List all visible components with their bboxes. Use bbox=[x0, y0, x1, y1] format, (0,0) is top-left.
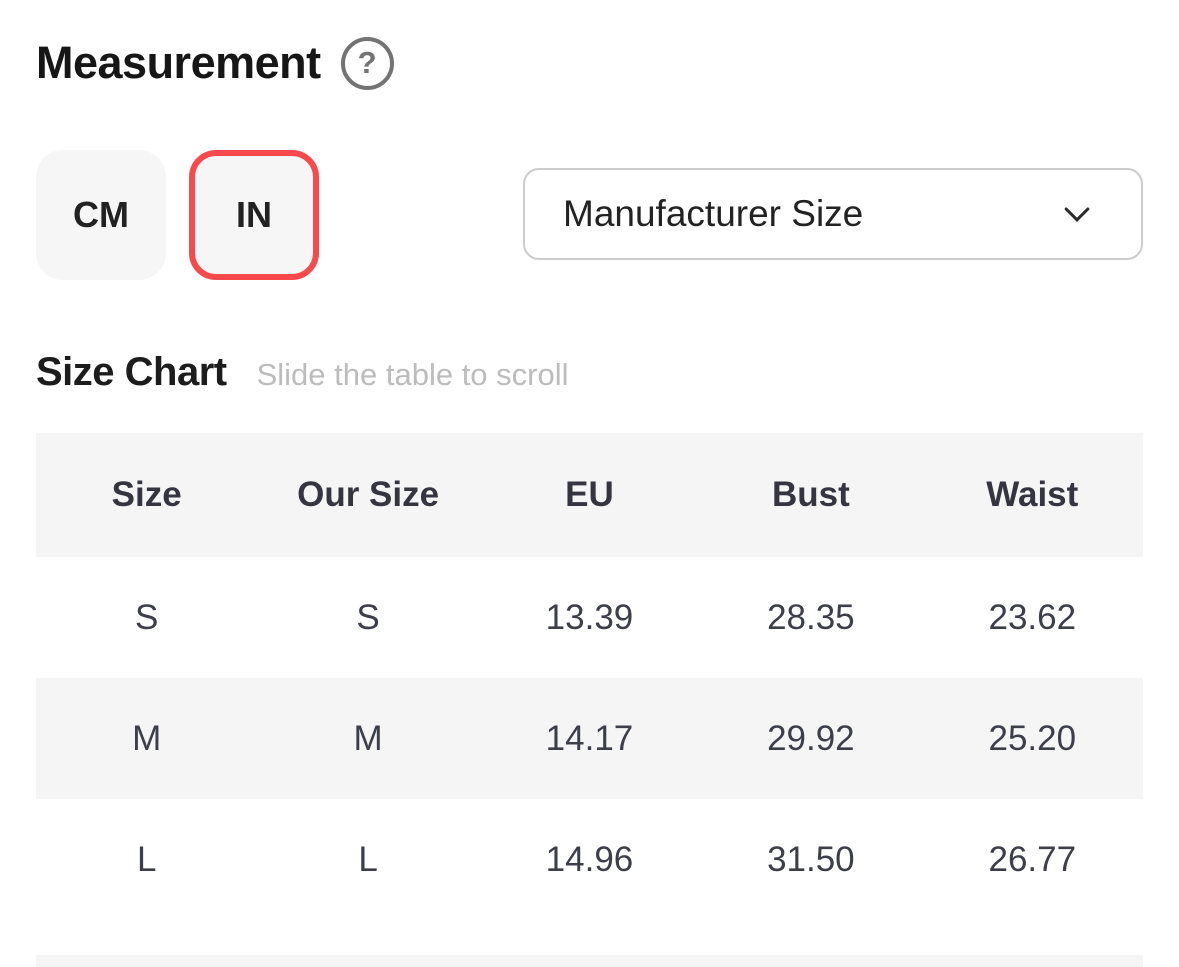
column-header-waist: Waist bbox=[922, 433, 1143, 557]
column-header-size: Size bbox=[36, 433, 257, 557]
cell-our-size: L bbox=[257, 799, 478, 920]
unit-cm-label: CM bbox=[73, 194, 129, 236]
manufacturer-size-dropdown[interactable]: Manufacturer Size bbox=[523, 168, 1143, 260]
cell-size: S bbox=[36, 557, 257, 678]
cell-waist: 26.77 bbox=[922, 799, 1143, 920]
unit-in-button[interactable]: IN bbox=[189, 150, 319, 280]
size-chart-heading: Size Chart Slide the table to scroll bbox=[36, 350, 1143, 398]
unit-in-label: IN bbox=[236, 194, 272, 236]
next-row-peek bbox=[36, 955, 1143, 967]
table-row-m: M M 14.17 29.92 25.20 bbox=[36, 678, 1143, 799]
size-chart-title: Size Chart bbox=[36, 350, 227, 395]
cell-size: M bbox=[36, 678, 257, 799]
cell-bust: 29.92 bbox=[700, 678, 921, 799]
controls-row: CM IN Manufacturer Size bbox=[36, 150, 1143, 280]
table-row-s: S S 13.39 28.35 23.62 bbox=[36, 557, 1143, 678]
table-header-row: Size Our Size EU Bust Waist bbox=[36, 433, 1143, 557]
column-header-bust: Bust bbox=[700, 433, 921, 557]
cell-bust: 31.50 bbox=[700, 799, 921, 920]
size-chart-table[interactable]: Size Our Size EU Bust Waist S S 13.39 28… bbox=[36, 433, 1143, 920]
cell-waist: 25.20 bbox=[922, 678, 1143, 799]
size-chart-scroll-hint: Slide the table to scroll bbox=[257, 357, 569, 393]
chevron-down-icon bbox=[1057, 194, 1097, 234]
page-title: Measurement bbox=[36, 37, 321, 89]
unit-toggle-group: CM IN bbox=[36, 150, 319, 280]
unit-cm-button[interactable]: CM bbox=[36, 150, 166, 280]
help-icon-glyph: ? bbox=[358, 45, 377, 81]
measurement-header: Measurement ? bbox=[36, 0, 1143, 96]
cell-our-size: M bbox=[257, 678, 478, 799]
help-icon[interactable]: ? bbox=[341, 37, 394, 90]
cell-bust: 28.35 bbox=[700, 557, 921, 678]
cell-eu: 14.17 bbox=[479, 678, 700, 799]
manufacturer-size-dropdown-value: Manufacturer Size bbox=[563, 193, 863, 235]
table-row-l: L L 14.96 31.50 26.77 bbox=[36, 799, 1143, 920]
cell-size: L bbox=[36, 799, 257, 920]
size-guide-panel: Measurement ? CM IN Manufacturer Size Si… bbox=[0, 0, 1179, 967]
column-header-eu: EU bbox=[479, 433, 700, 557]
cell-eu: 13.39 bbox=[479, 557, 700, 678]
cell-waist: 23.62 bbox=[922, 557, 1143, 678]
cell-eu: 14.96 bbox=[479, 799, 700, 920]
cell-our-size: S bbox=[257, 557, 478, 678]
column-header-our-size: Our Size bbox=[257, 433, 478, 557]
